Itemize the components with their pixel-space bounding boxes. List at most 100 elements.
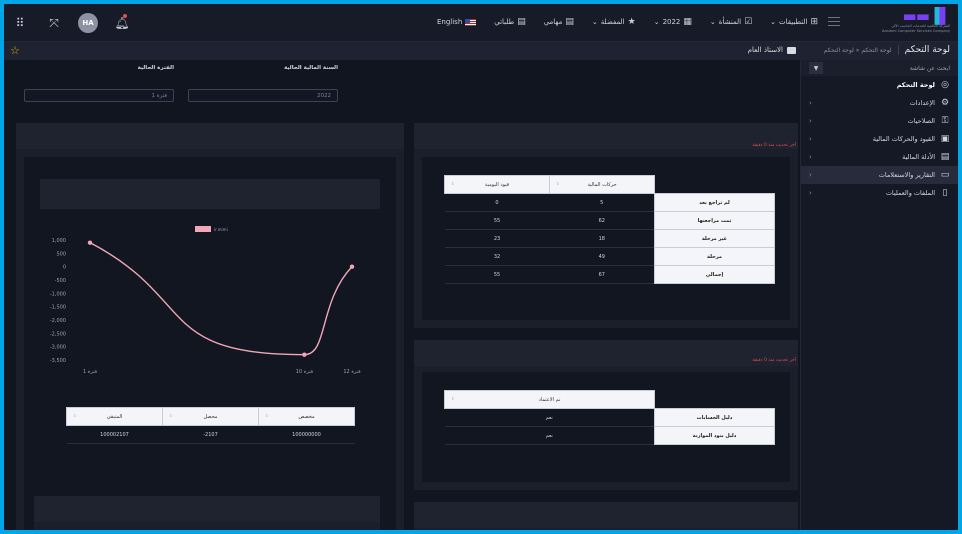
notifications-bell-icon[interactable]: 🔔︎ bbox=[112, 13, 132, 33]
last-update-note: آخر تحديث منذ 0 دقيقة bbox=[752, 143, 796, 148]
menu-my-tasks[interactable]: ▤ مهامي bbox=[544, 17, 574, 27]
budget-table: مخصص ⇕ محصل ⇕ المتبقي ⇕ 100000000 2107- 100… bbox=[66, 407, 355, 444]
table-cell: 55 bbox=[444, 211, 550, 230]
table-row: تمت مراجعتها 62 55 bbox=[444, 211, 775, 230]
module-name-label: الاستاذ العام bbox=[747, 46, 783, 54]
sidebar-item-label: القيود والحركات المالية bbox=[872, 135, 935, 143]
menu-applications[interactable]: ⊞ التطبيقات ⌄ bbox=[770, 17, 818, 27]
sort-icon[interactable]: ⇕ bbox=[265, 413, 268, 418]
dashboard-panel bbox=[414, 502, 798, 530]
column-header-label: المتبقي bbox=[106, 413, 123, 420]
apps-grid-icon[interactable]: ⠿ bbox=[10, 13, 30, 33]
sidebar-item-label: الصلاحيات bbox=[907, 117, 935, 125]
table-cell: 32 bbox=[444, 247, 550, 266]
menu-my-tasks-label: مهامي bbox=[543, 18, 563, 26]
screen-search[interactable]: ابحث عن شاشة ▼ bbox=[801, 60, 958, 76]
sidebar-item-reports[interactable]: ▭ التقارير والاستعلامات ‹ bbox=[801, 166, 958, 184]
series-line bbox=[89, 242, 353, 356]
y-tick-label: -2,500 bbox=[50, 331, 66, 337]
table-row: 100000000 2107- 100002107 bbox=[66, 425, 355, 444]
column-header[interactable]: المتبقي ⇕ bbox=[66, 407, 163, 426]
row-label: لم تراجع بعد bbox=[654, 193, 775, 212]
budget-line-chart: 1,000 500 0 -500 -1,000 -1,500 -2,000 -2,500 -3,… bbox=[50, 226, 361, 375]
filter-icon[interactable]: ▼ bbox=[809, 62, 823, 74]
table-row: دليل بنود الموازنة نعم bbox=[444, 426, 775, 445]
sidebar-item-label: الأدلة المالية bbox=[902, 153, 935, 161]
user-avatar[interactable]: HA bbox=[78, 13, 98, 33]
sidebar-item-settings[interactable]: ⚙ الإعدادات ‹ bbox=[801, 94, 958, 112]
notification-dot bbox=[123, 14, 127, 18]
menu-my-requests[interactable]: ▤ طلباتي bbox=[494, 17, 525, 27]
tasks-icon: ▤ bbox=[565, 17, 574, 27]
dashboard-icon: ◎ bbox=[941, 80, 949, 90]
column-header[interactable]: مخصص ⇕ bbox=[258, 407, 355, 426]
secondary-chart-panel bbox=[34, 496, 380, 530]
menu-establishment-label: المنشأة bbox=[718, 18, 742, 26]
table-header-row: حركات المالية ⇕ قيود اليومية ⇕ bbox=[444, 175, 775, 194]
sort-icon[interactable]: ⇕ bbox=[451, 181, 454, 186]
sort-icon[interactable]: ⇕ bbox=[556, 181, 559, 186]
table-cell: 0 bbox=[444, 193, 550, 212]
table-cell: 18 bbox=[549, 229, 655, 248]
favorite-star-icon[interactable]: ☆ bbox=[10, 45, 20, 56]
column-header-label: قيود اليومية bbox=[484, 181, 510, 188]
sidebar-item-label: التقارير والاستعلامات bbox=[878, 171, 935, 179]
sidebar-item-permissions[interactable]: ⚿ الصلاحيات ‹ bbox=[801, 112, 958, 130]
table-cell: 2107- bbox=[162, 425, 259, 444]
column-header[interactable]: محصل ⇕ bbox=[162, 407, 259, 426]
sort-icon[interactable]: ⇕ bbox=[451, 396, 454, 401]
language-switch[interactable]: English bbox=[437, 17, 477, 27]
module-name[interactable]: الاستاذ العام bbox=[748, 46, 796, 54]
menu-establishment[interactable]: ☑ المنشأة ⌄ bbox=[710, 17, 752, 27]
column-header-label: مخصص bbox=[298, 413, 315, 420]
column-header[interactable]: قيود اليومية ⇕ bbox=[444, 175, 550, 194]
menu-favorites-label: المفضلة bbox=[600, 18, 625, 26]
fullscreen-icon[interactable]: ⤧ bbox=[44, 13, 64, 33]
menu-favorites[interactable]: ★ المفضلة ⌄ bbox=[592, 17, 636, 27]
top-bar-tools: ⠿ ⤧ HA 🔔︎ bbox=[10, 13, 132, 33]
sidebar-item-files[interactable]: ▯ الملفات والعمليات ‹ bbox=[801, 184, 958, 202]
divider bbox=[897, 45, 899, 55]
y-tick-label: -1,500 bbox=[50, 305, 66, 311]
company-logo: ▬▬▐▌ الشركة العالمية للخدمات الحاسب الآل… bbox=[858, 8, 951, 38]
search-input[interactable]: ابحث عن شاشة bbox=[910, 65, 950, 72]
us-flag-icon bbox=[465, 18, 477, 26]
column-header[interactable]: تم الاعتماد ⇕ bbox=[444, 390, 655, 409]
y-tick-label: -1,000 bbox=[50, 291, 66, 297]
book-icon: ▤ bbox=[940, 152, 950, 162]
table-row: دليل الحسابات نعم bbox=[444, 408, 775, 427]
y-tick-label: -2,000 bbox=[50, 318, 66, 324]
table-corner bbox=[655, 391, 775, 409]
current-period-field[interactable]: فترة 1 bbox=[24, 89, 174, 102]
sidebar-item-dashboard[interactable]: ◎ لوحة التحكم bbox=[801, 76, 958, 94]
y-tick-label: 1,000 bbox=[52, 238, 66, 244]
menu-year[interactable]: ▦ 2022 ⌄ bbox=[654, 17, 692, 27]
sort-icon[interactable]: ⇕ bbox=[73, 413, 76, 418]
hamburger-menu-icon[interactable] bbox=[828, 17, 840, 27]
chevron-down-icon: ⌄ bbox=[591, 18, 598, 26]
y-tick-label: 500 bbox=[56, 251, 66, 257]
requests-icon: ▤ bbox=[517, 17, 526, 27]
data-point bbox=[87, 240, 93, 245]
sort-icon[interactable]: ⇕ bbox=[169, 413, 172, 418]
menu-year-label: 2022 bbox=[662, 18, 681, 26]
column-header[interactable]: حركات المالية ⇕ bbox=[549, 175, 655, 194]
breadcrumb[interactable]: لوحة التحكم « لوحة التحكم bbox=[824, 47, 892, 54]
last-update-note: آخر تحديث منذ 0 دقيقة bbox=[752, 358, 796, 363]
sidebar-item-label: لوحة التحكم bbox=[896, 81, 935, 89]
top-bar: ⠿ ⤧ HA 🔔︎ ⊞ التطبيقات ⌄ ☑ المنشأة ⌄ ▦ 20… bbox=[4, 4, 958, 42]
app-frame: ⠿ ⤧ HA 🔔︎ ⊞ التطبيقات ⌄ ☑ المنشأة ⌄ ▦ 20… bbox=[4, 4, 958, 530]
panel-header bbox=[16, 123, 404, 149]
x-tick-label: فترة 10 bbox=[296, 369, 314, 375]
panel-header bbox=[34, 496, 380, 522]
chevron-left-icon: ‹ bbox=[809, 99, 812, 107]
fiscal-year-field[interactable]: 2022 bbox=[188, 89, 338, 102]
sub-bar: ☆ لوحة التحكم لوحة التحكم « لوحة التحكم … bbox=[4, 42, 958, 60]
y-tick-label: 0 bbox=[63, 265, 66, 271]
table-row: لم تراجع بعد 5 0 bbox=[444, 193, 775, 212]
table-cell: 55 bbox=[444, 265, 550, 284]
sidebar-item-entries[interactable]: ▣ القيود والحركات المالية ‹ bbox=[801, 130, 958, 148]
chevron-left-icon: ‹ bbox=[809, 153, 812, 161]
sidebar-item-financial-guides[interactable]: ▤ الأدلة المالية ‹ bbox=[801, 148, 958, 166]
menu-my-requests-label: طلباتي bbox=[494, 18, 515, 26]
